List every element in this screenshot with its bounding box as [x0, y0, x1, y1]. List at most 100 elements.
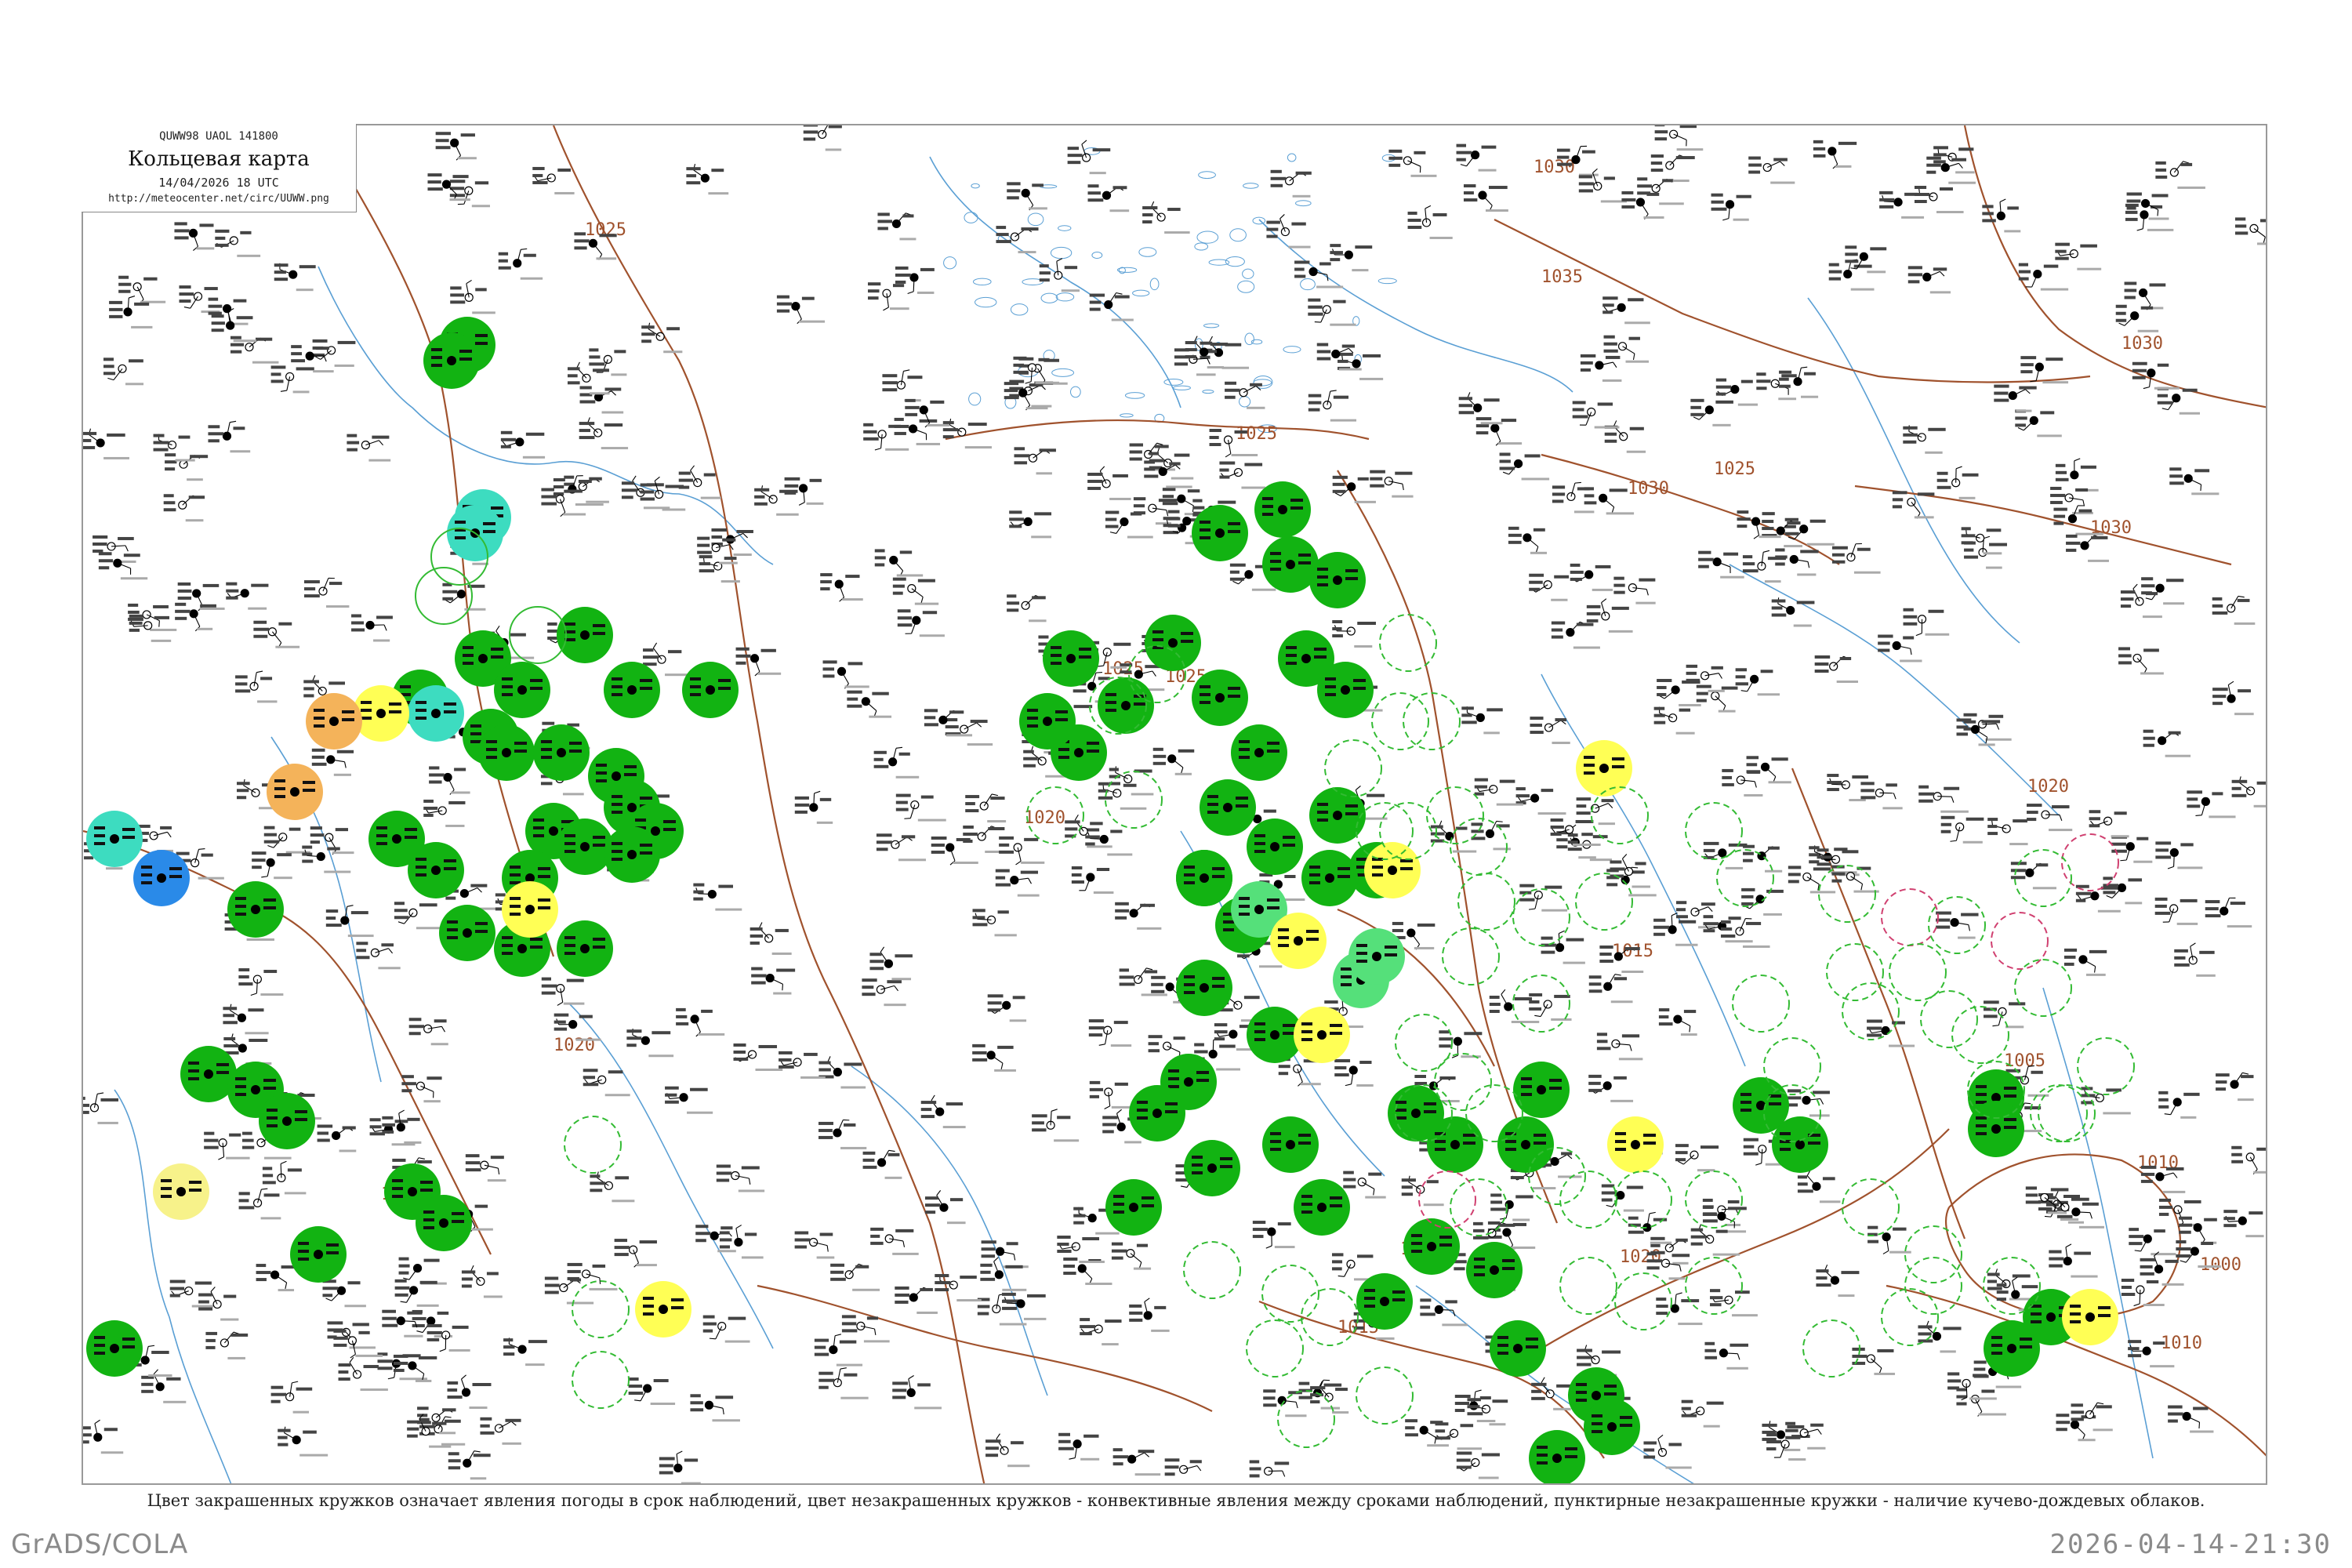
station-plot[interactable]: [972, 1044, 1016, 1072]
station-plot[interactable]: [1552, 481, 1595, 514]
station-plot[interactable]: [165, 453, 209, 481]
station-plot[interactable]: [1756, 372, 1797, 401]
station-plot[interactable]: [500, 430, 546, 459]
station-plot[interactable]: [1654, 125, 1704, 151]
station-plot[interactable]: [2143, 729, 2191, 757]
station-plot[interactable]: [302, 845, 351, 873]
station-plot[interactable]: [303, 577, 350, 608]
station-plot[interactable]: [1266, 214, 1311, 249]
station-plot[interactable]: [1174, 348, 1218, 376]
station-plot[interactable]: [2049, 1243, 2098, 1278]
station-plot[interactable]: [996, 226, 1039, 254]
station-plot[interactable]: [1743, 844, 1783, 873]
station-plot[interactable]: [2115, 304, 2159, 332]
station-plot[interactable]: [1788, 1089, 1830, 1117]
station-plot[interactable]: [1831, 543, 1881, 574]
station-plot[interactable]: [987, 994, 1027, 1022]
station-plot[interactable]: [1602, 296, 1650, 325]
station-plot[interactable]: [1572, 401, 1620, 429]
station-plot[interactable]: [270, 1381, 313, 1414]
station-plot[interactable]: [794, 790, 833, 824]
station-plot[interactable]: [2234, 217, 2267, 245]
station-plot[interactable]: [1984, 1000, 2026, 1029]
weather-marker[interactable]: [267, 764, 323, 820]
station-plot[interactable]: [1420, 1298, 1468, 1327]
station-plot[interactable]: [1878, 634, 1922, 662]
station-plot[interactable]: [1142, 201, 1190, 234]
station-plot[interactable]: [1703, 841, 1748, 869]
station-plot[interactable]: [1111, 1242, 1152, 1270]
station-plot[interactable]: [1845, 245, 1887, 274]
station-plot[interactable]: [426, 1323, 470, 1352]
station-plot[interactable]: [544, 1276, 594, 1305]
station-plot[interactable]: [2169, 467, 2220, 495]
station-plot[interactable]: [1039, 258, 1080, 292]
station-plot[interactable]: [356, 942, 401, 970]
station-plot[interactable]: [1085, 828, 1133, 856]
station-plot[interactable]: [215, 229, 261, 257]
station-plot[interactable]: [498, 248, 543, 280]
station-plot[interactable]: [2155, 841, 2203, 869]
station-plot[interactable]: [1675, 1144, 1719, 1172]
station-plot[interactable]: [394, 902, 445, 930]
station-plot[interactable]: [2027, 804, 2073, 832]
station-plot[interactable]: [905, 398, 949, 428]
station-plot[interactable]: [1001, 1292, 1047, 1320]
station-plot[interactable]: [935, 1274, 982, 1302]
station-plot[interactable]: [2063, 948, 2107, 976]
station-plot[interactable]: [626, 1029, 674, 1058]
station-plot[interactable]: [175, 602, 216, 632]
station-plot[interactable]: [1658, 1008, 1697, 1036]
station-plot[interactable]: [2103, 877, 2143, 905]
station-plot[interactable]: [322, 1279, 366, 1308]
station-plot[interactable]: [252, 851, 292, 880]
station-plot[interactable]: [153, 434, 195, 462]
weather-marker[interactable]: [133, 850, 190, 906]
station-plot[interactable]: [1439, 1030, 1483, 1058]
station-plot[interactable]: [1748, 156, 1795, 184]
station-plot[interactable]: [235, 670, 278, 703]
weather-marker[interactable]: [533, 724, 590, 781]
weather-marker[interactable]: [494, 662, 550, 718]
station-plot[interactable]: [278, 1426, 328, 1457]
station-plot[interactable]: [503, 1338, 547, 1367]
station-plot[interactable]: [1580, 354, 1622, 382]
station-plot[interactable]: [1087, 466, 1131, 500]
station-plot[interactable]: [1779, 366, 1819, 398]
station-plot[interactable]: [665, 1086, 713, 1114]
station-plot[interactable]: [198, 1287, 239, 1321]
station-plot[interactable]: [942, 418, 992, 449]
station-plot[interactable]: [253, 620, 300, 648]
station-plot[interactable]: [1105, 510, 1153, 539]
station-plot[interactable]: [1089, 292, 1134, 321]
station-plot[interactable]: [814, 1334, 863, 1367]
station-plot[interactable]: [1892, 491, 1935, 519]
station-plot[interactable]: [818, 1056, 866, 1089]
station-plot[interactable]: [862, 1149, 902, 1179]
station-plot[interactable]: [924, 1190, 966, 1225]
station-plot[interactable]: [208, 420, 251, 453]
station-plot[interactable]: [1797, 1170, 1841, 1203]
weather-marker[interactable]: [604, 826, 660, 883]
station-plot[interactable]: [1918, 1320, 1962, 1353]
station-plot[interactable]: [882, 369, 923, 402]
station-plot[interactable]: [1828, 259, 1875, 291]
station-plot[interactable]: [2141, 577, 2185, 605]
station-plot[interactable]: [894, 417, 941, 445]
station-plot[interactable]: [1388, 149, 1437, 177]
station-plot[interactable]: [1621, 191, 1664, 220]
station-plot[interactable]: [351, 614, 393, 642]
station-plot[interactable]: [1334, 1059, 1374, 1087]
station-plot[interactable]: [2157, 387, 2201, 415]
station-plot[interactable]: [945, 718, 993, 746]
station-plot[interactable]: [1088, 1019, 1132, 1047]
station-plot[interactable]: [1308, 390, 1357, 422]
station-plot[interactable]: [1463, 184, 1508, 212]
station-plot[interactable]: [1914, 186, 1964, 214]
station-plot[interactable]: [2118, 647, 2164, 675]
station-plot[interactable]: [429, 766, 470, 795]
station-plot[interactable]: [1907, 266, 1951, 294]
station-plot[interactable]: [567, 361, 610, 395]
station-plot[interactable]: [985, 1433, 1030, 1468]
station-plot[interactable]: [1330, 244, 1373, 272]
